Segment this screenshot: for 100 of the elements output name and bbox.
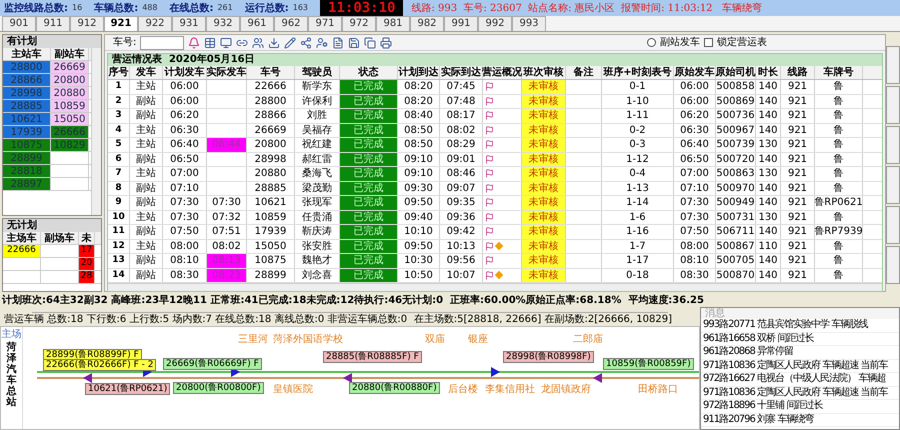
table-cell: 0-18	[602, 268, 674, 282]
table-cell: 08:50	[398, 124, 440, 137]
table-cell: 07:32	[207, 210, 247, 224]
message-item[interactable]: 993路20771 范县宾馆实验中学 车辆脱线	[701, 319, 899, 332]
status-cell: 已完成	[340, 152, 398, 166]
table-cell: 主站	[130, 138, 163, 152]
users-icon[interactable]	[252, 36, 264, 48]
table-cell: 主站	[130, 80, 163, 94]
table-cell: 08:00	[163, 240, 207, 253]
bus-cell: 10859	[51, 100, 89, 112]
user-settings-icon[interactable]	[316, 36, 328, 48]
table-cell: 主站	[130, 240, 163, 253]
table-cell: 08:10	[674, 254, 716, 268]
table-cell: 2	[108, 94, 130, 108]
line-tab[interactable]: 972	[342, 16, 376, 31]
bell-icon[interactable]	[188, 36, 200, 48]
line-tab[interactable]: 901	[2, 16, 36, 31]
message-item[interactable]: 961路16658 双桥 间距过长	[701, 332, 899, 346]
printer-icon[interactable]	[380, 36, 392, 48]
message-item[interactable]: 961路20868 异常停留	[701, 346, 899, 360]
line-tab[interactable]: 911	[36, 16, 70, 31]
bus-cell: 15050	[51, 113, 89, 125]
line-tab[interactable]: 922	[138, 16, 172, 31]
stat-value: 488	[142, 2, 158, 14]
table-cell: 1-7	[602, 240, 674, 253]
line-tab[interactable]: 962	[274, 16, 308, 31]
table-cell: 11	[108, 225, 130, 238]
table-cell: 1-10	[602, 94, 674, 108]
table-cell: 921	[781, 182, 815, 195]
audit-cell: 未审核	[522, 109, 566, 122]
table-cell: 鲁	[815, 152, 863, 166]
scrollbar[interactable]	[108, 283, 882, 291]
table-cell: 鲁	[815, 254, 863, 268]
stop-name: 后台楼	[448, 385, 478, 395]
line-tab[interactable]: 971	[308, 16, 342, 31]
car-number-field[interactable]	[140, 36, 184, 50]
bus-cell: 28899	[3, 152, 51, 164]
bus-cell: 17	[79, 245, 95, 257]
table-cell: 10:10	[398, 225, 440, 238]
table-cell: 10859	[247, 210, 295, 224]
table-cell: 06:30	[163, 124, 207, 137]
table-cell: 500949	[716, 196, 756, 210]
table-cell: 09:50	[398, 196, 440, 210]
table-cell: 09:36	[440, 210, 483, 224]
table-cell: 鲁	[815, 268, 863, 282]
table-cell: 09:50	[398, 240, 440, 253]
table-cell: 13	[108, 254, 130, 268]
line-tab[interactable]: 981	[376, 16, 410, 31]
table-cell: 1	[108, 80, 130, 94]
line-tab[interactable]: 982	[410, 16, 444, 31]
monitor-icon[interactable]	[220, 36, 232, 48]
table-cell: 22666	[247, 80, 295, 94]
table-cell: 130	[756, 210, 781, 224]
copy-icon[interactable]	[364, 36, 376, 48]
table-cell: 副站	[130, 196, 163, 210]
line-tab[interactable]: 921	[104, 16, 138, 31]
table-cell: 921	[781, 152, 815, 166]
table-cell: 鲁	[815, 210, 863, 224]
audit-cell: 未审核	[522, 196, 566, 210]
line-tab[interactable]: 993	[512, 16, 546, 31]
audit-cell: 未审核	[522, 152, 566, 166]
status-cell: 已完成	[340, 268, 398, 282]
message-item[interactable]: 972路16627 电视台（中级人民法院） 车辆超	[701, 373, 899, 386]
table-cell: 09:35	[440, 196, 483, 210]
message-item[interactable]: 911路20796 刘寨 车辆绕弯	[701, 414, 899, 427]
table-cell: 主站	[130, 210, 163, 224]
line-tab[interactable]: 961	[240, 16, 274, 31]
table-cell: 鲁	[815, 80, 863, 94]
bus-label: 10621(鲁RP0621)	[85, 383, 170, 395]
bus-cell: 26666	[51, 126, 89, 138]
document-icon[interactable]	[332, 36, 344, 48]
bus-label: 22666(鲁R02666F) F - 2	[43, 359, 156, 371]
stop-name: 银座	[468, 335, 488, 345]
line-tab[interactable]: 932	[206, 16, 240, 31]
scrollbar[interactable]	[91, 48, 101, 215]
bus-cell: 28	[79, 271, 95, 283]
save-icon[interactable]	[348, 36, 360, 48]
status-cell: 已完成	[340, 80, 398, 94]
table-cell: 08:20	[398, 80, 440, 94]
share-icon[interactable]	[300, 36, 312, 48]
message-item[interactable]: 971路10836 定陶区人民政府 车辆超速 当前车	[701, 386, 899, 400]
checkbox-label: 锁定营运表	[717, 36, 767, 50]
bus-label: 28885(鲁R08885F) F	[323, 351, 422, 363]
download-icon[interactable]	[268, 36, 280, 48]
line-tab[interactable]: 992	[478, 16, 512, 31]
panel-title: 消息	[701, 308, 899, 319]
line-tab[interactable]: 931	[172, 16, 206, 31]
table-cell: 921	[781, 124, 815, 137]
pencil-icon[interactable]	[284, 36, 296, 48]
checkbox[interactable]	[704, 38, 713, 47]
message-item[interactable]: 971路10836 定陶区人民政府 车辆超速 当前车	[701, 360, 899, 373]
table-cell: 506711	[716, 225, 756, 238]
table-cell: 06:50	[674, 152, 716, 166]
line-tab[interactable]: 991	[444, 16, 478, 31]
table-cell: 09:10	[398, 167, 440, 180]
table-icon[interactable]	[204, 36, 216, 48]
radio-button[interactable]	[647, 38, 656, 47]
message-item[interactable]: 972路18896 十里铺 间距过长	[701, 400, 899, 414]
line-tab[interactable]: 912	[70, 16, 104, 31]
table-cell: 08:30	[674, 268, 716, 282]
